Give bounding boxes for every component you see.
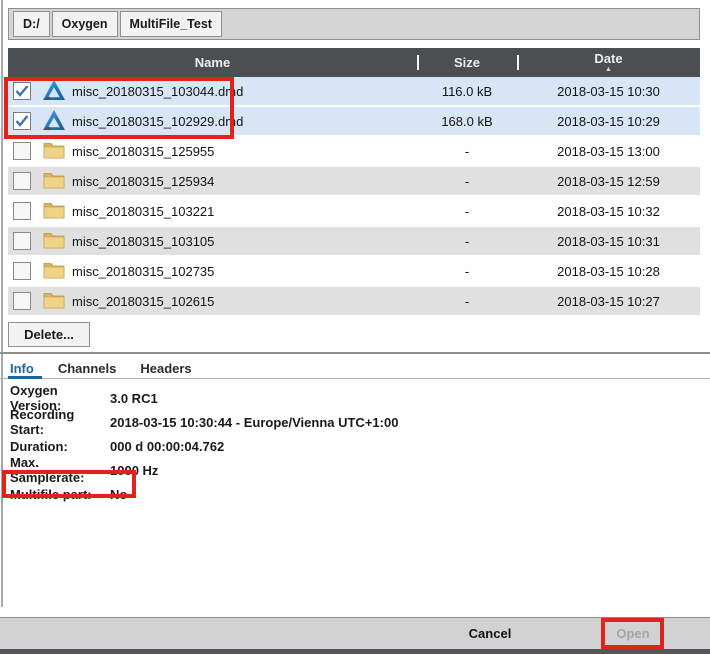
- column-header-size[interactable]: Size: [417, 55, 517, 70]
- info-value: 000 d 00:00:04.762: [110, 439, 224, 454]
- tab-channels[interactable]: Channels: [58, 361, 117, 376]
- folder-icon: [43, 171, 65, 192]
- breadcrumb-item-oxygen[interactable]: Oxygen: [52, 11, 118, 37]
- info-value: 2018-03-15 10:30:44 - Europe/Vienna UTC+…: [110, 415, 398, 430]
- row-checkbox[interactable]: [13, 172, 31, 190]
- file-size: -: [417, 144, 517, 159]
- folder-icon: [43, 201, 65, 222]
- bottom-dark-strip: [0, 649, 710, 654]
- sort-ascending-icon: ▲: [605, 66, 612, 73]
- file-date: 2018-03-15 10:31: [517, 234, 700, 249]
- folder-icon: [43, 141, 65, 162]
- file-name: misc_20180315_103105: [72, 234, 417, 249]
- info-label: Multifile part:: [10, 487, 110, 502]
- column-header-date[interactable]: Date ▲: [517, 52, 700, 73]
- file-size: -: [417, 294, 517, 309]
- table-row[interactable]: misc_20180315_102929.dmd 168.0 kB 2018-0…: [8, 107, 700, 135]
- table-row[interactable]: misc_20180315_103105 - 2018-03-15 10:31: [8, 227, 700, 255]
- cancel-button[interactable]: Cancel: [430, 621, 550, 646]
- folder-icon: [43, 291, 65, 312]
- file-name: misc_20180315_102929.dmd: [72, 114, 417, 129]
- info-label: Duration:: [10, 439, 110, 454]
- table-row[interactable]: misc_20180315_103044.dmd 116.0 kB 2018-0…: [8, 77, 700, 105]
- column-header-date-label: Date: [594, 52, 622, 65]
- file-date: 2018-03-15 10:29: [517, 114, 700, 129]
- checkmark-icon: [15, 85, 29, 97]
- file-name: misc_20180315_103044.dmd: [72, 84, 417, 99]
- file-name: misc_20180315_102735: [72, 264, 417, 279]
- file-size: 168.0 kB: [417, 114, 517, 129]
- info-row-recording-start: Recording Start: 2018-03-15 10:30:44 - E…: [10, 410, 610, 434]
- tab-headers[interactable]: Headers: [140, 361, 191, 376]
- active-tab-indicator: [8, 376, 42, 379]
- file-name: misc_20180315_125934: [72, 174, 417, 189]
- file-size: 116.0 kB: [417, 84, 517, 99]
- file-date: 2018-03-15 13:00: [517, 144, 700, 159]
- row-checkbox[interactable]: [13, 262, 31, 280]
- breadcrumb-item-drive[interactable]: D:/: [13, 11, 50, 37]
- file-date: 2018-03-15 10:28: [517, 264, 700, 279]
- table-row[interactable]: misc_20180315_102735 - 2018-03-15 10:28: [8, 257, 700, 285]
- table-row[interactable]: misc_20180315_102615 - 2018-03-15 10:27: [8, 287, 700, 315]
- row-checkbox[interactable]: [13, 292, 31, 310]
- info-panel: Oxygen Version: 3.0 RC1 Recording Start:…: [10, 386, 610, 506]
- file-name: misc_20180315_125955: [72, 144, 417, 159]
- table-row[interactable]: misc_20180315_103221 - 2018-03-15 10:32: [8, 197, 700, 225]
- info-value: 1000 Hz: [110, 463, 158, 478]
- info-row-multifile-part: Multifile part: No: [10, 482, 610, 506]
- info-label: Max. Samplerate:: [10, 455, 110, 485]
- dialog-left-border: [1, 0, 3, 607]
- column-header-name[interactable]: Name: [8, 55, 417, 70]
- folder-icon: [43, 261, 65, 282]
- file-size: -: [417, 234, 517, 249]
- file-size: -: [417, 174, 517, 189]
- file-table-body: misc_20180315_103044.dmd 116.0 kB 2018-0…: [8, 77, 700, 317]
- file-date: 2018-03-15 10:32: [517, 204, 700, 219]
- tab-info[interactable]: Info: [10, 361, 34, 376]
- dmd-file-icon: [42, 79, 66, 104]
- row-checkbox[interactable]: [13, 202, 31, 220]
- file-date: 2018-03-15 12:59: [517, 174, 700, 189]
- panel-separator: [0, 352, 710, 354]
- row-checkbox[interactable]: [13, 112, 31, 130]
- detail-tabs: Info Channels Headers: [10, 358, 192, 378]
- delete-button[interactable]: Delete...: [8, 322, 90, 347]
- file-table-header: Name Size Date ▲: [8, 48, 700, 77]
- checkmark-icon: [15, 115, 29, 127]
- folder-icon: [43, 231, 65, 252]
- dmd-file-icon: [42, 109, 66, 134]
- row-checkbox[interactable]: [13, 232, 31, 250]
- row-checkbox[interactable]: [13, 142, 31, 160]
- info-value: 3.0 RC1: [110, 391, 158, 406]
- open-button[interactable]: Open: [602, 621, 664, 646]
- info-row-max-samplerate: Max. Samplerate: 1000 Hz: [10, 458, 610, 482]
- file-name: misc_20180315_102615: [72, 294, 417, 309]
- breadcrumb: D:/ Oxygen MultiFile_Test: [8, 8, 700, 40]
- file-size: -: [417, 264, 517, 279]
- file-date: 2018-03-15 10:30: [517, 84, 700, 99]
- row-checkbox[interactable]: [13, 82, 31, 100]
- tabs-baseline: [0, 378, 710, 379]
- table-row[interactable]: misc_20180315_125955 - 2018-03-15 13:00: [8, 137, 700, 165]
- info-label: Recording Start:: [10, 407, 110, 437]
- file-size: -: [417, 204, 517, 219]
- breadcrumb-item-multifile-test[interactable]: MultiFile_Test: [120, 11, 222, 37]
- table-row[interactable]: misc_20180315_125934 - 2018-03-15 12:59: [8, 167, 700, 195]
- column-separator: [517, 55, 519, 70]
- column-separator: [417, 55, 419, 70]
- info-value: No: [110, 487, 127, 502]
- file-name: misc_20180315_103221: [72, 204, 417, 219]
- file-date: 2018-03-15 10:27: [517, 294, 700, 309]
